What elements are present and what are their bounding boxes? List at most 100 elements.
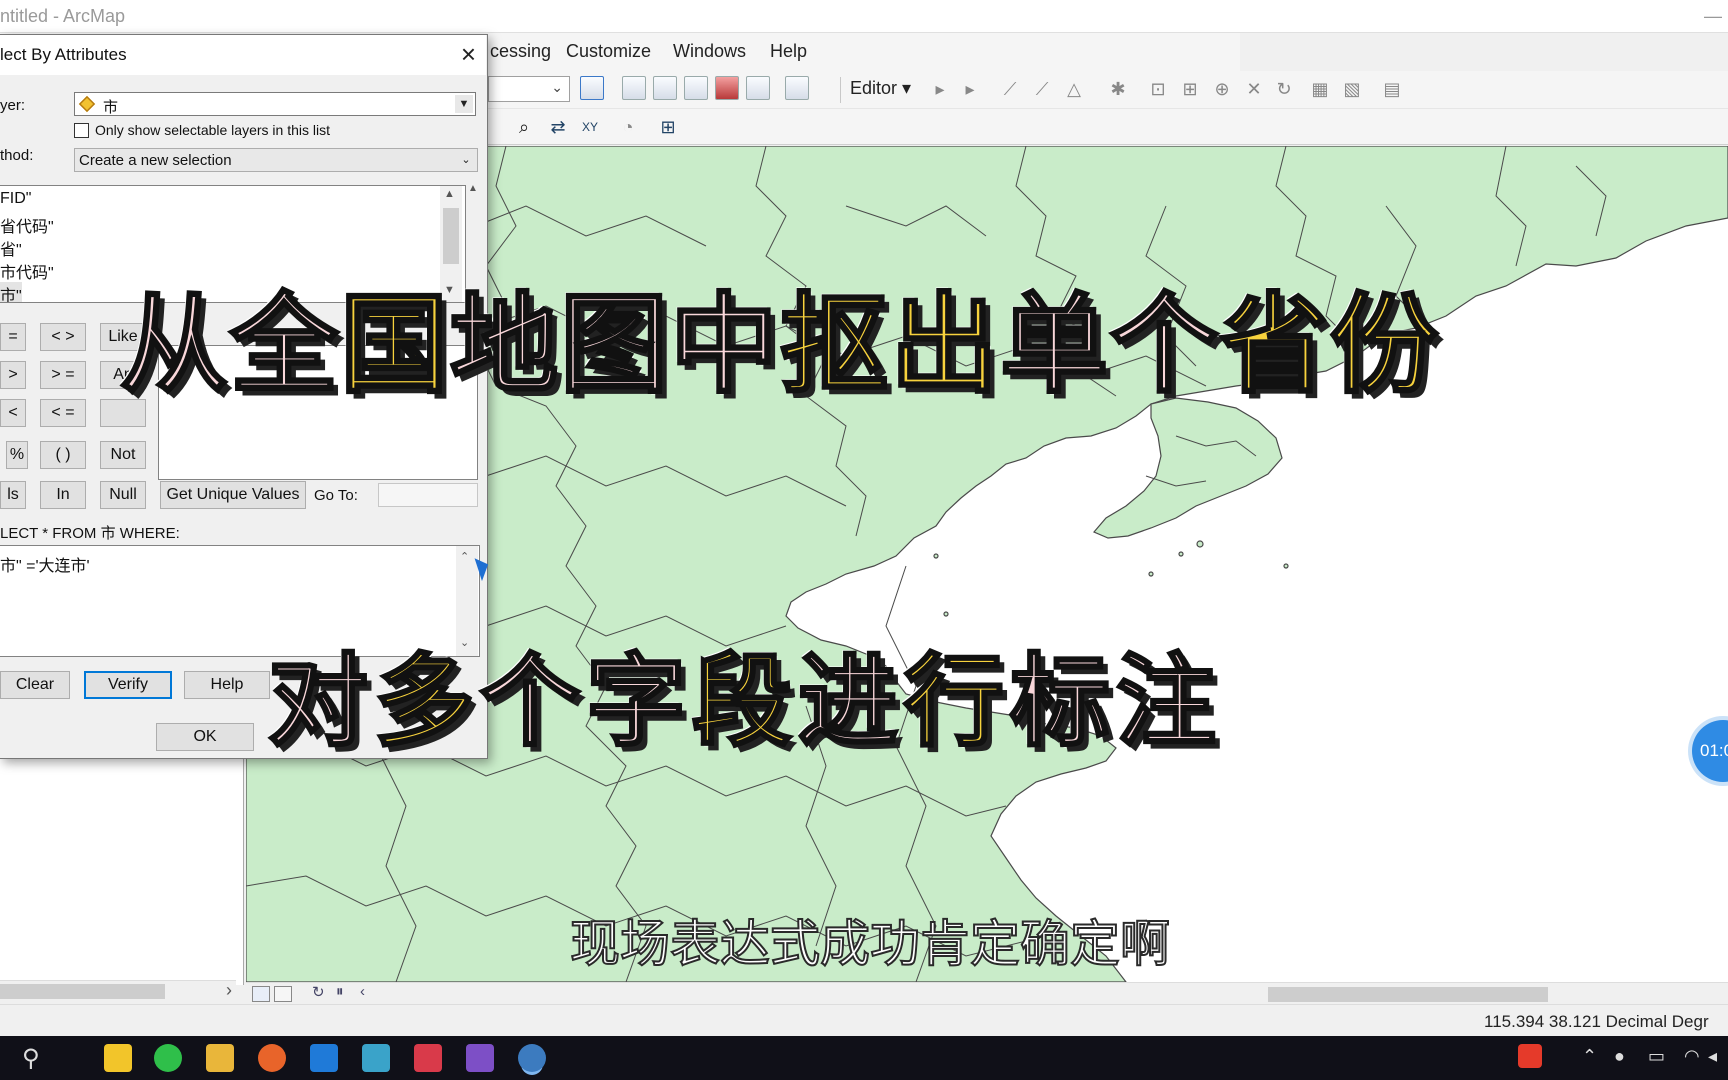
scrollbar-thumb[interactable] <box>443 208 459 264</box>
go-to-xy-icon[interactable]: XY <box>578 114 602 138</box>
chevron-left-icon[interactable]: ‹ <box>360 983 365 1000</box>
close-icon[interactable]: × <box>461 39 476 70</box>
window-titlebar: ntitled - ArcMap — <box>0 0 1728 33</box>
sql-expression-box[interactable]: 市" ='大连市' ⌃ ⌄ <box>0 545 480 657</box>
overlay-title-segment: 个字 <box>479 643 692 760</box>
editor-menu[interactable]: Editor ▾ <box>850 78 911 99</box>
file-explorer-icon[interactable] <box>206 1044 234 1072</box>
visual-studio-icon[interactable] <box>466 1044 494 1072</box>
operator-is-button[interactable]: ls <box>0 481 26 509</box>
dialog-title: lect By Attributes <box>0 45 127 64</box>
operator-null-button[interactable]: Null <box>100 481 146 509</box>
layer-dropdown[interactable]: 市 ▼ <box>74 92 476 116</box>
operator-greater-button[interactable]: > <box>0 361 26 389</box>
operator-not-equal-button[interactable]: < > <box>40 323 86 351</box>
refresh-icon[interactable]: ↻ <box>312 983 325 1001</box>
operator-less-equal-button[interactable]: < = <box>40 399 86 427</box>
minimize-icon[interactable]: — <box>1704 6 1722 27</box>
menu-windows[interactable]: Windows <box>673 41 746 62</box>
split-icon[interactable]: ✕ <box>1242 76 1266 100</box>
point-icon[interactable]: ✱ <box>1106 76 1130 100</box>
firefox-icon[interactable] <box>258 1044 286 1072</box>
sql-scrollbar[interactable]: ⌃ ⌄ <box>456 546 478 656</box>
microphone-icon[interactable]: ● <box>1614 1046 1625 1067</box>
measure-icon[interactable]: ◔ <box>616 114 640 138</box>
operator-in-button[interactable]: In <box>40 481 86 509</box>
battery-icon[interactable]: ▭ <box>1648 1046 1665 1067</box>
scrollbar-thumb[interactable] <box>1268 987 1548 1002</box>
dropdown-arrow-icon[interactable]: ▼ <box>455 95 473 113</box>
sticky-notes-icon[interactable] <box>104 1044 132 1072</box>
operator-parentheses-button[interactable]: ( ) <box>40 441 86 469</box>
pause-drawing-icon[interactable]: ⏸ <box>336 983 344 1000</box>
settings-app-icon[interactable] <box>362 1044 390 1072</box>
ok-button[interactable]: OK <box>156 723 254 751</box>
operator-less-button[interactable]: < <box>0 399 26 427</box>
verify-button[interactable]: Verify <box>84 671 172 699</box>
chevron-right-icon[interactable]: › <box>226 980 232 1001</box>
reshape-icon[interactable]: ⊞ <box>1178 76 1202 100</box>
toc-horizontal-scrollbar[interactable]: › <box>0 980 236 1002</box>
find-route-icon[interactable]: ⇄ <box>546 114 570 138</box>
map-scale-combo[interactable]: ⌄ <box>488 76 570 102</box>
operator-greater-equal-button[interactable]: > = <box>40 361 86 389</box>
catalog-icon[interactable] <box>653 76 677 100</box>
endpoint-arc-icon[interactable]: ⟋ <box>1030 76 1054 100</box>
edit-tool-icon[interactable]: ▸ <box>928 76 952 100</box>
operator-percent-button[interactable]: % <box>6 441 28 469</box>
sketch-properties-icon[interactable]: ▧ <box>1340 76 1364 100</box>
menu-geoprocessing[interactable]: cessing <box>490 41 551 62</box>
map-horizontal-scrollbar[interactable]: ↻ ⏸ ‹ <box>246 982 1728 1004</box>
only-selectable-label: Only show selectable layers in this list <box>95 122 330 138</box>
edit-annotation-icon[interactable]: ▸ <box>958 76 982 100</box>
table-of-contents-icon[interactable] <box>622 76 646 100</box>
search-icon[interactable]: ⚲ <box>22 1044 40 1073</box>
scroll-up-icon[interactable]: ▲ <box>468 183 478 194</box>
scrollbar-thumb[interactable] <box>0 984 165 999</box>
operator-not-button[interactable]: Not <box>100 441 146 469</box>
wifi-icon[interactable]: ◠ <box>1684 1046 1700 1067</box>
trace-icon[interactable]: △ <box>1062 76 1086 100</box>
menu-customize[interactable]: Customize <box>566 41 651 62</box>
menu-help[interactable]: Help <box>770 41 807 62</box>
help-button[interactable]: Help <box>184 671 270 699</box>
data-view-button[interactable] <box>252 986 270 1002</box>
field-item[interactable]: FID" <box>0 190 31 208</box>
field-item-selected[interactable]: 市" <box>0 282 22 302</box>
only-selectable-checkbox[interactable] <box>74 123 89 138</box>
edit-vertices-icon[interactable]: ⊡ <box>1146 76 1170 100</box>
chevron-down-icon[interactable]: ⌄ <box>457 151 475 169</box>
input-method-icon[interactable] <box>1518 1044 1542 1068</box>
rotate-icon[interactable]: ↻ <box>1272 76 1296 100</box>
chevron-up-icon[interactable]: ⌃ <box>1582 1046 1597 1067</box>
cut-polygon-icon[interactable]: ⊕ <box>1210 76 1234 100</box>
overlay-title-segment: 单个 <box>999 283 1221 408</box>
chevron-up-icon[interactable]: ⌃ <box>460 550 469 563</box>
search-window-icon[interactable] <box>684 76 708 100</box>
overlay-title-segment: 从全 <box>118 283 341 408</box>
field-item[interactable]: 市代码" <box>0 259 54 283</box>
get-unique-values-button[interactable]: Get Unique Values <box>160 481 306 509</box>
goto-input[interactable] <box>378 483 478 507</box>
model-builder-icon[interactable] <box>785 76 809 100</box>
field-item[interactable]: 省" <box>0 236 22 260</box>
field-item[interactable]: 省代码" <box>0 213 54 237</box>
arctoolbox-icon[interactable] <box>715 76 739 100</box>
find-icon[interactable]: ⌕ <box>512 114 536 138</box>
presentation-app-icon[interactable] <box>414 1044 442 1072</box>
wechat-icon[interactable] <box>154 1044 182 1072</box>
layout-view-button[interactable] <box>274 986 292 1002</box>
volume-icon[interactable]: ◂ <box>1708 1046 1717 1067</box>
straight-segment-icon[interactable]: ⟋ <box>998 76 1022 100</box>
python-window-icon[interactable] <box>746 76 770 100</box>
method-dropdown[interactable]: Create a new selection ⌄ <box>74 148 478 172</box>
create-viewer-window-icon[interactable]: ⊞ <box>656 114 680 138</box>
create-features-icon[interactable]: ▤ <box>1380 76 1404 100</box>
editor-toolbar-icon[interactable] <box>580 76 604 100</box>
photos-icon[interactable] <box>310 1044 338 1072</box>
clear-button[interactable]: Clear <box>0 671 70 699</box>
arcmap-taskbar-icon[interactable] <box>518 1044 546 1072</box>
operator-equals-button[interactable]: = <box>0 323 26 351</box>
chevron-up-icon[interactable]: ▲ <box>444 188 455 200</box>
attributes-icon[interactable]: ▦ <box>1308 76 1332 100</box>
